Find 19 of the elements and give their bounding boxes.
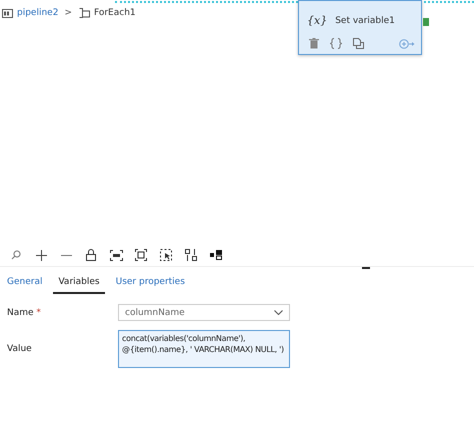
activity-title: Set variable1 — [335, 16, 395, 26]
chevron-down-icon — [274, 310, 283, 315]
delete-icon[interactable] — [309, 38, 319, 49]
value-label: Value — [7, 344, 33, 354]
tab[interactable]: General — [2, 273, 48, 294]
name-dropdown[interactable]: columnName — [118, 304, 290, 321]
tab[interactable]: User properties — [110, 273, 190, 294]
breadcrumb-link[interactable]: pipeline2 — [17, 8, 58, 18]
variable-icon: {x} — [307, 14, 328, 27]
copy-icon[interactable] — [353, 38, 364, 49]
breadcrumb-current: ForEach1 — [94, 8, 136, 18]
name-label: Name * — [7, 308, 42, 318]
tab[interactable]: Variables — [53, 273, 105, 294]
foreach-icon — [78, 8, 90, 18]
pipeline-icon — [2, 8, 13, 18]
value-field[interactable]: concat(variables('columnName'), @{item().name}, ' VARCHAR(MAX) NULL, ') — [118, 330, 290, 368]
breadcrumb-separator: > — [64, 8, 72, 18]
resize-handle[interactable] — [362, 267, 370, 269]
code-icon[interactable] — [330, 38, 342, 49]
